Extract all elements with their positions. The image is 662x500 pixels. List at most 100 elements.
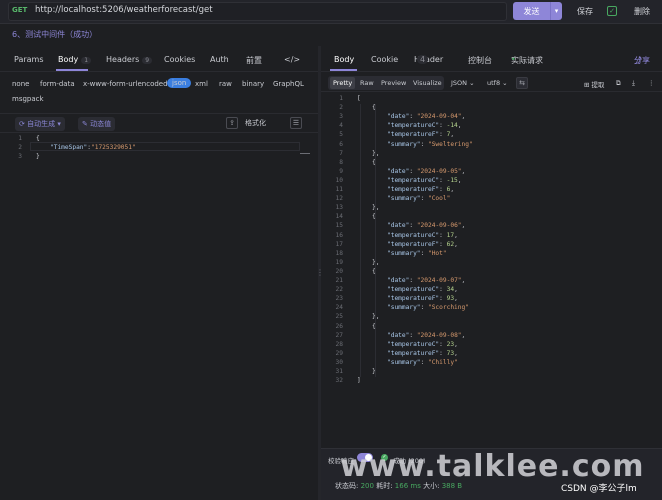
line-number: 5	[339, 131, 343, 139]
json-key: "temperatureC"	[387, 122, 440, 130]
more-icon[interactable]: ⋮	[648, 79, 655, 87]
import-icon[interactable]: ⇪	[226, 117, 238, 129]
check-icon[interactable]: ✓	[607, 6, 617, 16]
body-type-msgpack[interactable]: msgpack	[12, 95, 44, 103]
line-number: 3	[339, 113, 343, 121]
code-icon[interactable]: </>	[284, 55, 300, 64]
line-number: 20	[335, 267, 343, 275]
tab-headers-label: Headers	[106, 55, 140, 64]
request-body-editor[interactable]: 1 { 2 "TimeSpan":"1725329051" 3 }	[0, 135, 318, 165]
json-punctuation: ,	[454, 340, 458, 348]
json-punctuation: ,	[461, 331, 466, 339]
url-input[interactable]: http://localhost:5206/weatherforecast/ge…	[35, 5, 213, 15]
json-key: "date"	[387, 331, 410, 339]
body-type-raw[interactable]: raw	[219, 80, 232, 88]
format-button[interactable]: 格式化	[245, 118, 266, 128]
body-type-urlencoded[interactable]: x-www-form-urlencoded	[83, 80, 168, 88]
json-key: "date"	[387, 167, 410, 175]
body-type-binary[interactable]: binary	[242, 80, 264, 88]
json-punctuation: :	[439, 286, 447, 294]
body-type-graphql[interactable]: GraphQL	[273, 80, 304, 88]
json-value: 23	[446, 340, 455, 348]
response-body-viewer[interactable]: 1[2{3 "date": "2024-09-04", 4 "temperatureC…	[321, 95, 662, 395]
tab-response-cookie[interactable]: Cookie	[371, 55, 398, 64]
code-line: ]	[357, 377, 361, 384]
line-number: 7	[339, 149, 343, 157]
line-number: 18	[335, 249, 343, 257]
json-key: "temperatureC"	[387, 340, 440, 348]
json-punctuation: :	[409, 113, 417, 121]
tab-headers[interactable]: Headers 9	[106, 55, 153, 64]
tab-console[interactable]: 控制台	[468, 55, 492, 66]
extract-button[interactable]: ⊞ 提取	[584, 79, 605, 89]
line-number: 4	[339, 122, 343, 130]
extract-label: 提取	[591, 81, 605, 89]
download-icon[interactable]: ⤓	[632, 79, 635, 88]
code-line: "temperatureF": 93,	[387, 295, 458, 302]
tab-auth[interactable]: Auth	[210, 55, 229, 64]
tab-headers-count: 9	[142, 57, 153, 64]
code-line: "summary": "Sweltering"	[387, 141, 473, 148]
format-select[interactable]: JSON ⌄	[451, 79, 475, 87]
json-value: "Hot"	[427, 249, 447, 257]
json-punctuation: ,	[454, 286, 458, 294]
json-value: 73	[446, 349, 455, 357]
json-punctuation: :	[439, 231, 447, 239]
body-type-xml[interactable]: xml	[195, 80, 208, 88]
divider	[0, 71, 318, 72]
json-punctuation: :	[420, 304, 428, 312]
json-key: "temperatureC"	[387, 231, 440, 239]
tab-response-body[interactable]: Body	[334, 55, 354, 64]
tab-pre-script[interactable]: 前置	[246, 55, 262, 66]
line-number: 28	[335, 340, 343, 348]
copy-icon[interactable]: ⧉	[616, 79, 621, 88]
line-number: 13	[335, 204, 343, 212]
code-line: "temperatureF": 62,	[387, 241, 458, 248]
save-button[interactable]: 保存	[577, 6, 593, 17]
code-line: "temperatureC": -14,	[387, 122, 462, 129]
view-pretty[interactable]: Pretty	[333, 79, 352, 87]
settings-icon[interactable]: ☰	[290, 117, 302, 129]
json-punctuation: ,	[454, 349, 458, 357]
body-type-form-data[interactable]: form-data	[40, 80, 75, 88]
view-preview[interactable]: Preview	[381, 79, 406, 87]
tab-params[interactable]: Params	[14, 55, 44, 64]
encoding-select[interactable]: utf8 ⌄	[487, 79, 508, 87]
tab-response-header-count: 4	[417, 55, 429, 64]
json-punctuation: :	[439, 176, 447, 184]
json-key: "temperatureC"	[387, 286, 440, 294]
format-select-value: JSON	[451, 79, 468, 87]
wrap-icon[interactable]: ⇆	[516, 77, 528, 89]
tab-body[interactable]: Body 1	[58, 55, 92, 64]
line-number: 12	[335, 195, 343, 203]
body-type-none[interactable]: none	[12, 80, 29, 88]
json-punctuation: :	[439, 122, 447, 130]
line-number: 23	[335, 295, 343, 303]
delete-button[interactable]: 删除	[634, 6, 650, 17]
code-line: "summary": "Chilly"	[387, 359, 458, 366]
json-punctuation: :	[409, 277, 417, 284]
line-number: 24	[335, 304, 343, 312]
code-line: "summary": "Hot"	[387, 250, 447, 257]
dynamic-value-button[interactable]: ✎ 动态值	[78, 117, 116, 131]
line-number: 2	[339, 104, 343, 112]
send-button[interactable]: 发送 ▾	[513, 2, 562, 20]
auto-generate-button[interactable]: ⟳ 自动生成 ▾	[15, 117, 65, 131]
time-label: 耗时:	[376, 482, 393, 490]
code-line: "date": "2024-09-07",	[387, 277, 465, 284]
code-line: "date": "2024-09-05",	[387, 168, 465, 175]
json-punctuation: ,	[457, 122, 462, 130]
tab-body-count: 1	[81, 57, 92, 64]
tab-cookies[interactable]: Cookies	[164, 55, 195, 64]
http-method-select[interactable]: GET	[12, 6, 27, 14]
magic-icon: ✎	[82, 120, 91, 128]
response-size: 388 B	[441, 482, 463, 490]
send-label: 发送	[523, 6, 540, 16]
chevron-down-icon[interactable]: ▾	[550, 2, 562, 20]
view-raw[interactable]: Raw	[360, 79, 374, 87]
view-visualize[interactable]: Visualize	[413, 79, 442, 87]
code-line: }	[36, 153, 40, 160]
chevron-down-icon: ⌄	[500, 79, 508, 87]
body-type-json[interactable]: json	[167, 78, 192, 88]
code-line: [	[357, 95, 361, 102]
